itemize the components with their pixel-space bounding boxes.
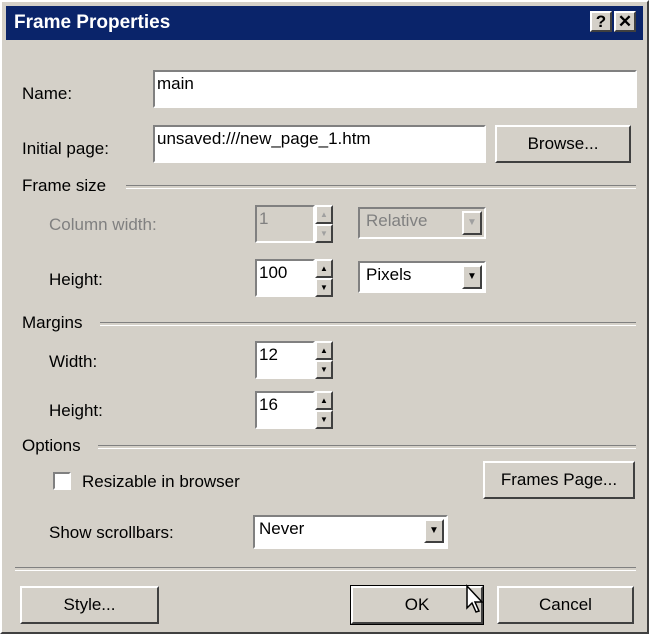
margins-group-label: Margins xyxy=(22,313,83,332)
margin-width-label: Width: xyxy=(49,352,98,371)
dialog-title: Frame Properties xyxy=(14,12,171,33)
frame-height-unit-select[interactable]: Pixels ▼ xyxy=(358,261,486,293)
spin-up-icon[interactable]: ▲ xyxy=(315,391,333,410)
margin-height-value: 16 xyxy=(259,395,278,414)
spin-up-icon: ▲ xyxy=(315,205,333,224)
initial-page-value: unsaved:///new_page_1.htm xyxy=(157,129,371,148)
column-width-input: 1 xyxy=(255,205,315,243)
chevron-down-icon[interactable]: ▼ xyxy=(424,519,444,543)
options-group-label: Options xyxy=(22,436,81,455)
ok-button[interactable]: OK xyxy=(350,585,484,625)
spin-down-icon: ▼ xyxy=(315,224,333,243)
spin-down-icon[interactable]: ▼ xyxy=(315,410,333,429)
chevron-down-icon[interactable]: ▼ xyxy=(462,265,482,289)
column-width-unit-select: Relative ▼ xyxy=(358,207,486,239)
frame-size-group-line xyxy=(126,185,636,189)
name-input[interactable]: main xyxy=(153,70,637,108)
column-width-spinner: ▲ ▼ xyxy=(315,205,333,243)
margin-height-spinner[interactable]: ▲ ▼ xyxy=(315,391,333,429)
style-button[interactable]: Style... xyxy=(20,586,159,624)
margin-width-spinner[interactable]: ▲ ▼ xyxy=(315,341,333,379)
column-width-label: Column width: xyxy=(49,215,157,234)
resizable-checkbox[interactable] xyxy=(53,472,71,490)
chevron-down-icon: ▼ xyxy=(462,211,482,235)
spin-down-icon[interactable]: ▼ xyxy=(315,278,333,297)
scrollbars-label: Show scrollbars: xyxy=(49,523,174,542)
help-button[interactable]: ? xyxy=(590,11,612,32)
margin-width-value: 12 xyxy=(259,345,278,364)
mouse-pointer-icon xyxy=(466,584,484,613)
margin-width-input[interactable]: 12 xyxy=(255,341,315,379)
scrollbars-select[interactable]: Never ▼ xyxy=(253,515,448,549)
close-button[interactable]: ✕ xyxy=(614,11,636,32)
help-icon: ? xyxy=(595,12,607,31)
margin-height-label: Height: xyxy=(49,401,103,420)
options-group-line xyxy=(98,445,636,449)
initial-page-label: Initial page: xyxy=(22,139,109,158)
spin-up-icon[interactable]: ▲ xyxy=(315,341,333,360)
resizable-label[interactable]: Resizable in browser xyxy=(82,472,240,492)
frame-height-spinner[interactable]: ▲ ▼ xyxy=(315,259,333,297)
margins-group-line xyxy=(100,322,636,326)
initial-page-input[interactable]: unsaved:///new_page_1.htm xyxy=(153,125,486,163)
frame-height-input[interactable]: 100 xyxy=(255,259,315,297)
close-icon: ✕ xyxy=(617,12,633,31)
name-value: main xyxy=(157,74,194,93)
frame-properties-dialog: Frame Properties ? ✕ Name: main Initial … xyxy=(0,0,649,634)
name-label: Name: xyxy=(22,84,73,103)
frame-height-value: 100 xyxy=(259,263,288,282)
column-width-unit-value: Relative xyxy=(366,211,428,230)
title-bar: Frame Properties ? ✕ xyxy=(6,6,643,40)
frames-page-button[interactable]: Frames Page... xyxy=(483,461,635,499)
column-width-value: 1 xyxy=(259,209,269,228)
frame-height-label: Height: xyxy=(49,270,103,289)
spin-up-icon[interactable]: ▲ xyxy=(315,259,333,278)
frame-height-unit-value: Pixels xyxy=(366,265,412,284)
footer-separator xyxy=(15,567,636,571)
margin-height-input[interactable]: 16 xyxy=(255,391,315,429)
scrollbars-value: Never xyxy=(259,519,305,538)
frame-size-group-label: Frame size xyxy=(22,176,107,195)
cancel-button[interactable]: Cancel xyxy=(497,586,634,624)
browse-button[interactable]: Browse... xyxy=(495,125,631,163)
spin-down-icon[interactable]: ▼ xyxy=(315,360,333,379)
